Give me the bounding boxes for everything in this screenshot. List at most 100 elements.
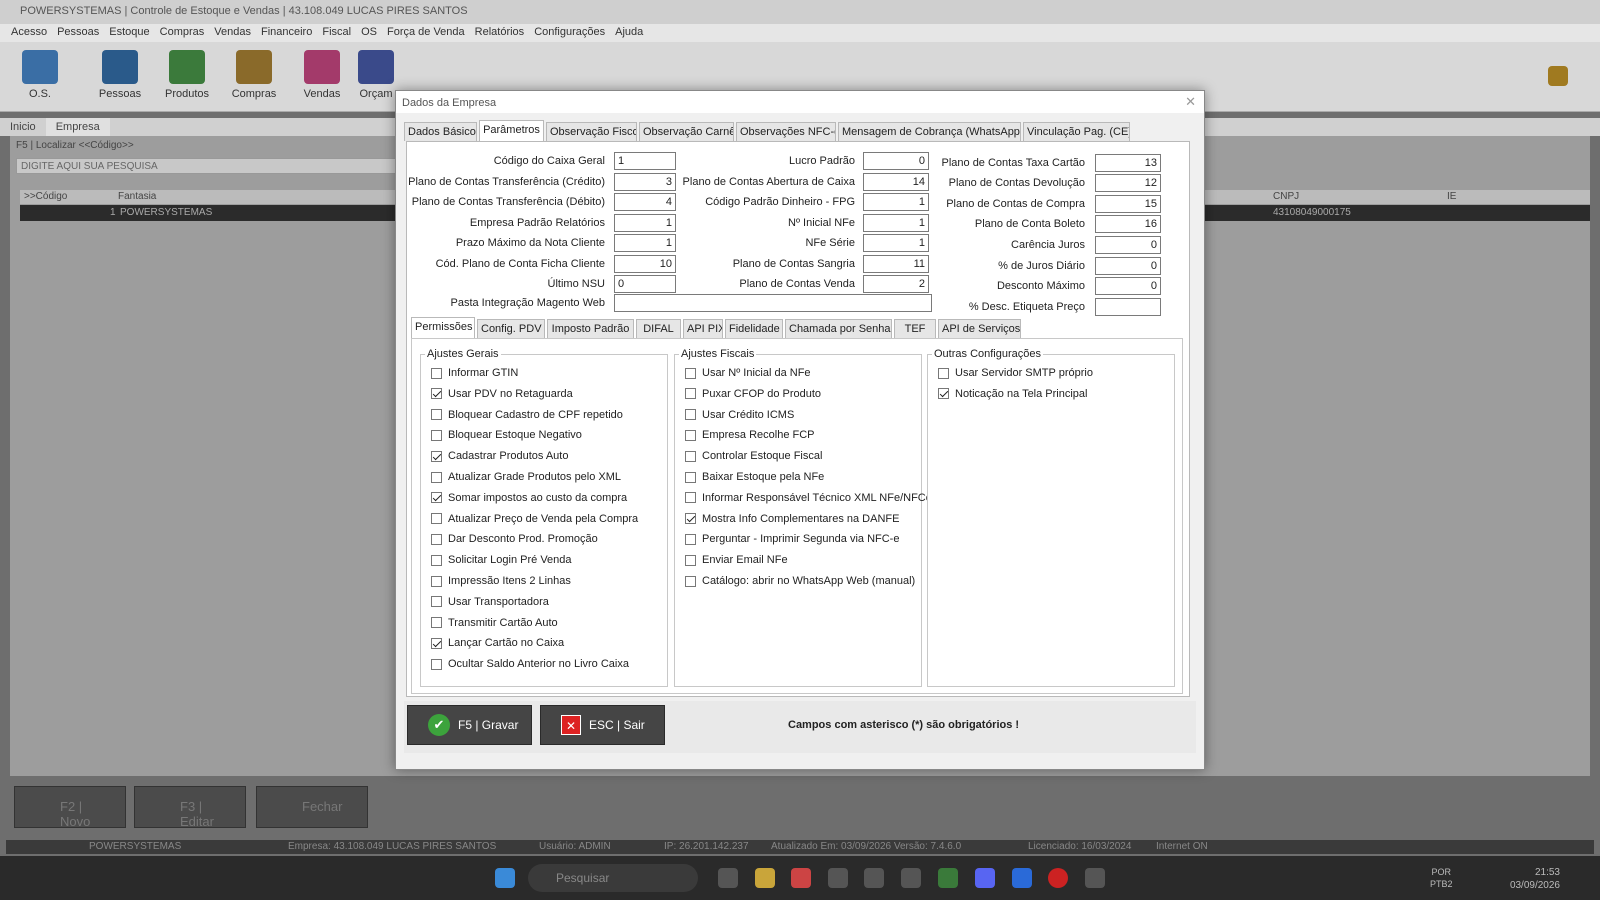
checkbox[interactable] (431, 471, 442, 483)
field-input[interactable]: 12 (1095, 174, 1161, 192)
checkbox[interactable] (431, 388, 442, 400)
menu-item[interactable]: Compras (155, 24, 210, 42)
checkbox[interactable] (431, 617, 442, 629)
checkbox-item[interactable]: Ocultar Saldo Anterior no Livro Caixa (431, 658, 629, 670)
exit-button[interactable]: ✕ ESC | Sair (540, 705, 665, 745)
checkbox-item[interactable]: Empresa Recolhe FCP (685, 429, 815, 441)
toolbar-os-button[interactable]: O.S. (8, 46, 72, 108)
checkbox[interactable] (685, 429, 696, 441)
field-input[interactable] (1095, 298, 1161, 316)
checkbox[interactable] (685, 513, 696, 525)
toolbar-pessoas-button[interactable]: Pessoas (88, 46, 152, 108)
toolbar-orcamento-button[interactable]: Orçam (358, 46, 394, 108)
checkbox[interactable] (431, 450, 442, 462)
menu-item[interactable]: OS (356, 24, 382, 42)
tab-mensagem-de-cobran-a-whatsapp-[interactable]: Mensagem de Cobrança (WhatsApp) (838, 122, 1021, 141)
app-icon[interactable] (1048, 868, 1068, 888)
checkbox[interactable] (431, 513, 442, 525)
taskbar-search[interactable]: Pesquisar (528, 864, 698, 892)
chrome-icon[interactable] (791, 868, 811, 888)
close-icon[interactable]: ✕ (1185, 94, 1196, 110)
field-input[interactable]: 1 (863, 234, 929, 252)
checkbox[interactable] (431, 637, 442, 649)
app-icon[interactable] (1085, 868, 1105, 888)
checkbox[interactable] (938, 388, 949, 400)
checkbox[interactable] (431, 492, 442, 504)
checkbox-item[interactable]: Cadastrar Produtos Auto (431, 450, 568, 462)
language-indicator[interactable]: POR PTB2 (1430, 866, 1453, 890)
checkbox-item[interactable]: Usar Transportadora (431, 596, 549, 608)
field-input[interactable]: 0 (1095, 277, 1161, 295)
notification-button[interactable] (1540, 46, 1576, 108)
tab-dados-b-sico[interactable]: Dados Básico (404, 122, 477, 141)
checkbox-item[interactable]: Controlar Estoque Fiscal (685, 450, 822, 462)
field-input[interactable]: 16 (1095, 215, 1161, 233)
menu-item[interactable]: Pessoas (52, 24, 104, 42)
subtab-permiss-es[interactable]: Permissões (411, 317, 475, 338)
clock[interactable]: 21:53 03/09/2026 (1510, 866, 1560, 892)
menu-item[interactable]: Acesso (6, 24, 52, 42)
menu-item[interactable]: Relatórios (470, 24, 530, 42)
menu-item[interactable]: Configurações (529, 24, 610, 42)
checkbox-item[interactable]: Usar PDV no Retaguarda (431, 388, 573, 400)
field-input[interactable]: 15 (1095, 195, 1161, 213)
field-input[interactable]: 0 (1095, 236, 1161, 254)
discord-icon[interactable] (975, 868, 995, 888)
toolbar-produtos-button[interactable]: Produtos (155, 46, 219, 108)
checkbox[interactable] (685, 492, 696, 504)
subtab-api-de-servi-os[interactable]: API de Serviços (938, 319, 1021, 338)
subtab-difal[interactable]: DIFAL (636, 319, 681, 338)
search-input[interactable]: DIGITE AQUI SUA PESQUISA (16, 158, 396, 174)
save-button[interactable]: ✔ F5 | Gravar (407, 705, 532, 745)
app-icon[interactable] (901, 868, 921, 888)
checkbox-item[interactable]: Informar GTIN (431, 367, 518, 379)
toolbar-vendas-button[interactable]: Vendas (290, 46, 354, 108)
checkbox-item[interactable]: Atualizar Grade Produtos pelo XML (431, 471, 621, 483)
menu-item[interactable]: Ajuda (610, 24, 648, 42)
checkbox[interactable] (685, 367, 696, 379)
tab-observa-o-carn-[interactable]: Observação Carnê (639, 122, 734, 141)
checkbox[interactable] (685, 533, 696, 545)
checkbox-item[interactable]: Bloquear Cadastro de CPF repetido (431, 409, 623, 421)
tab-observa-o-fisco[interactable]: Observação Fisco (546, 122, 637, 141)
subtab-api-pix[interactable]: API PIX (683, 319, 723, 338)
field-input[interactable]: 13 (1095, 154, 1161, 172)
tab-par-metros[interactable]: Parâmetros (479, 120, 544, 141)
checkbox[interactable] (431, 533, 442, 545)
checkbox[interactable] (685, 388, 696, 400)
checkbox-item[interactable]: Mostra Info Complementares na DANFE (685, 513, 899, 525)
edge-icon[interactable] (718, 868, 738, 888)
checkbox[interactable] (431, 575, 442, 587)
menu-item[interactable]: Fiscal (317, 24, 356, 42)
checkbox[interactable] (685, 471, 696, 483)
subtab-chamada-por-senha[interactable]: Chamada por Senha (785, 319, 892, 338)
menu-item[interactable]: Estoque (104, 24, 154, 42)
tab-observa-es-nfc-e[interactable]: Observações NFC-e (736, 122, 836, 141)
checkbox[interactable] (685, 450, 696, 462)
checkbox[interactable] (685, 409, 696, 421)
checkbox-item[interactable]: Perguntar - Imprimir Segunda via NFC-e (685, 533, 899, 545)
checkbox[interactable] (431, 409, 442, 421)
tab-vincula-o-pag-ce-[interactable]: Vinculação Pag. (CE) (1023, 122, 1130, 141)
checkbox[interactable] (685, 575, 696, 587)
checkbox[interactable] (938, 367, 949, 379)
menu-item[interactable]: Vendas (209, 24, 256, 42)
checkbox[interactable] (685, 554, 696, 566)
checkbox-item[interactable]: Enviar Email NFe (685, 554, 788, 566)
checkbox-item[interactable]: Solicitar Login Pré Venda (431, 554, 572, 566)
checkbox-item[interactable]: Bloquear Estoque Negativo (431, 429, 582, 441)
app-icon[interactable] (828, 868, 848, 888)
checkbox[interactable] (431, 596, 442, 608)
toolbar-compras-button[interactable]: Compras (222, 46, 286, 108)
checkbox-item[interactable]: Usar Crédito ICMS (685, 409, 794, 421)
menu-item[interactable]: Força de Venda (382, 24, 470, 42)
checkbox-item[interactable]: Informar Responsável Técnico XML NFe/NFC… (685, 492, 932, 504)
checkbox[interactable] (431, 658, 442, 670)
folder-icon[interactable] (755, 868, 775, 888)
field-input[interactable]: 1 (863, 214, 929, 232)
app-icon[interactable] (938, 868, 958, 888)
checkbox-item[interactable]: Baixar Estoque pela NFe (685, 471, 824, 483)
checkbox-item[interactable]: Noticação na Tela Principal (938, 388, 1087, 400)
edit-button[interactable]: F3 | Editar (134, 786, 246, 829)
checkbox[interactable] (431, 554, 442, 566)
